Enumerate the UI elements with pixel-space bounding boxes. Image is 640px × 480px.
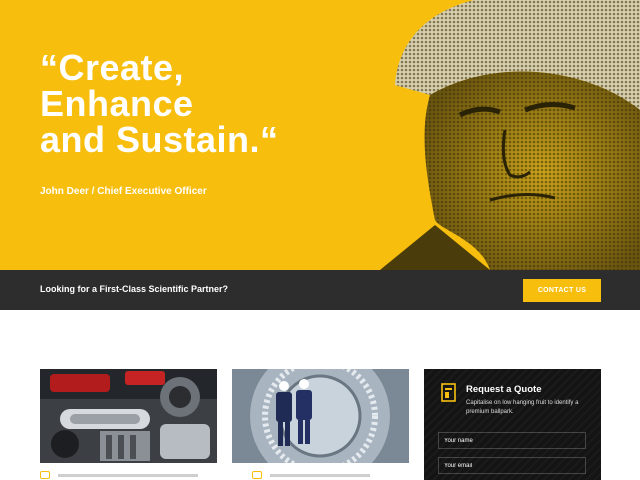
engineers-turbine-photo[interactable] — [232, 369, 409, 463]
gear-icon — [252, 471, 262, 479]
hero-quote-line: “Create, — [40, 47, 185, 88]
hero-quote: “Create, Enhance and Sustain.“ — [40, 50, 370, 158]
hero-banner: “Create, Enhance and Sustain.“ John Deer… — [0, 0, 640, 270]
quote-subtitle: Capitalise on low hanging fruit to ident… — [466, 400, 579, 415]
hero-quote-line: and Sustain.“ — [40, 119, 279, 160]
email-input[interactable] — [438, 457, 586, 474]
caption-text-placeholder — [58, 473, 198, 477]
card-caption — [40, 470, 198, 480]
card-caption — [252, 470, 370, 480]
caption-text-placeholder — [270, 473, 370, 477]
gear-icon — [40, 471, 50, 479]
hero-quote-line: Enhance — [40, 83, 194, 124]
request-quote-form: Request a Quote Capitalise on low hangin… — [424, 369, 601, 480]
hero-author: John Deer / Chief Executive Officer — [40, 186, 207, 197]
engine-parts-photo[interactable] — [40, 369, 217, 463]
quote-document-icon — [441, 383, 456, 402]
engine-parts-image — [40, 369, 217, 463]
worker-hardhat-photo — [380, 0, 640, 270]
engineers-turbine-image — [232, 369, 409, 463]
contact-us-button[interactable]: CONTACT US — [523, 279, 601, 302]
quote-title: Request a Quote — [466, 384, 542, 395]
name-input[interactable] — [438, 432, 586, 449]
cta-text: Looking for a First-Class Scientific Par… — [40, 284, 229, 294]
